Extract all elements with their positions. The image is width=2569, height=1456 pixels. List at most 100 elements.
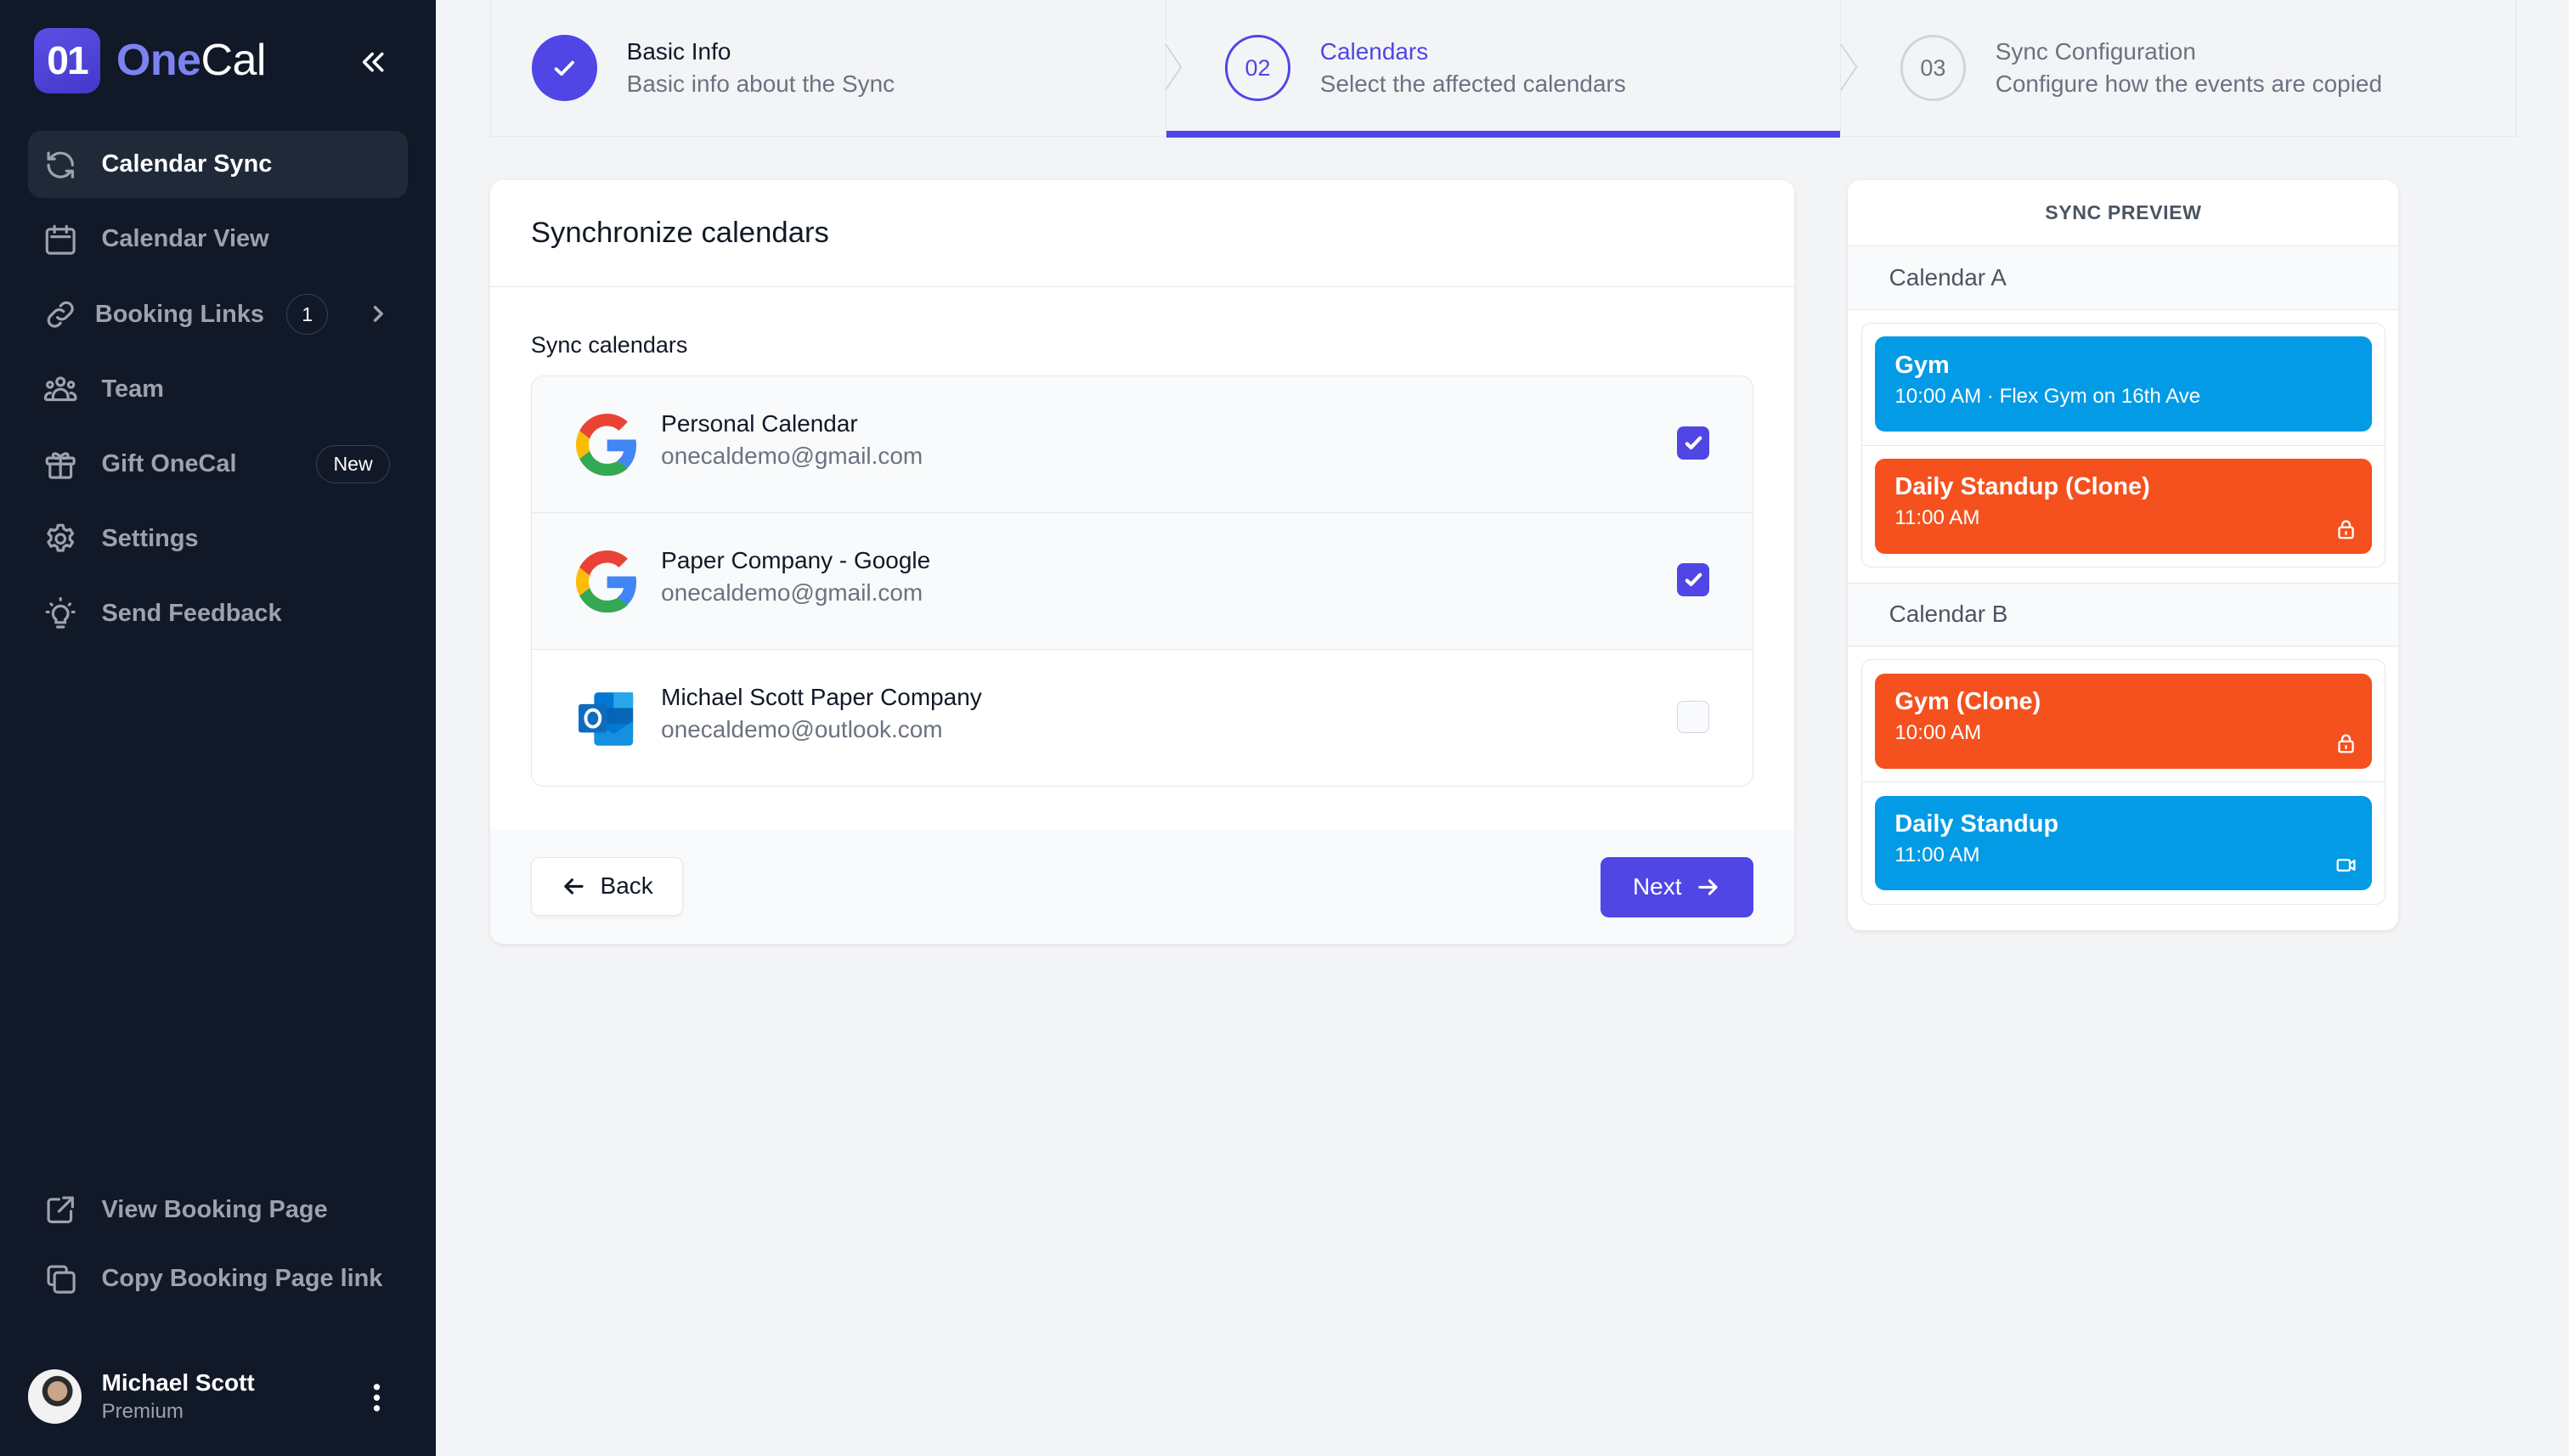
step-description: Configure how the events are copied xyxy=(1995,70,2383,97)
card-footer: Back Next xyxy=(489,828,1794,944)
preview-event-group: Gym (Clone) 10:00 AM Daily Standup 11:00… xyxy=(1860,659,2386,905)
calendar-email: onecaldemo@gmail.com xyxy=(661,442,923,469)
sidebar-item-booking-links[interactable]: Booking Links 1 xyxy=(28,281,408,348)
lock-icon xyxy=(2338,734,2354,753)
sync-icon xyxy=(42,147,78,183)
main-content: Basic Info Basic info about the Sync 02 … xyxy=(436,0,2569,1456)
event-time: 10:00 AM · Flex Gym on 16th Ave xyxy=(1894,384,2201,408)
synchronize-calendars-card: Synchronize calendars Sync calendars Per… xyxy=(489,180,1794,944)
back-button[interactable]: Back xyxy=(530,856,684,917)
preview-event[interactable]: Gym 10:00 AM · Flex Gym on 16th Ave xyxy=(1875,336,2372,432)
sidebar: 01 OneCal Calendar Sync Calendar View Bo… xyxy=(0,0,436,1456)
sidebar-item-gift-onecal[interactable]: Gift OneCal New xyxy=(28,431,408,498)
stepper: Basic Info Basic info about the Sync 02 … xyxy=(489,0,2517,138)
sidebar-item-settings[interactable]: Settings xyxy=(28,505,408,573)
sidebar-item-calendar-sync[interactable]: Calendar Sync xyxy=(27,131,409,199)
calendar-checkbox[interactable] xyxy=(1676,563,1710,597)
sync-calendars-label: Sync calendars xyxy=(530,332,688,358)
chevron-right-icon[interactable] xyxy=(365,301,392,327)
user-profile[interactable]: Michael Scott Premium xyxy=(27,1369,408,1425)
video-icon xyxy=(2336,859,2356,872)
back-label: Back xyxy=(600,872,653,900)
user-plan: Premium xyxy=(101,1400,184,1424)
brand-name: OneCal xyxy=(116,35,266,86)
copy-icon xyxy=(42,1261,78,1296)
active-step-indicator xyxy=(1166,131,1841,138)
app-root: 01 OneCal Calendar Sync Calendar View Bo… xyxy=(0,0,2569,1456)
collapse-sidebar-button[interactable] xyxy=(354,42,393,82)
outlook-icon xyxy=(578,692,634,746)
chevrons-left-icon xyxy=(362,52,384,72)
arrow-left-icon xyxy=(564,878,584,894)
user-menu-button[interactable] xyxy=(365,1381,388,1414)
event-title: Daily Standup xyxy=(1894,810,2059,838)
step-number: 02 xyxy=(1224,35,1291,101)
check-icon xyxy=(1685,436,1702,450)
arrow-right-icon xyxy=(1698,879,1718,895)
check-icon xyxy=(1685,573,1702,587)
team-icon xyxy=(42,371,78,407)
brand-prefix: One xyxy=(116,36,201,86)
step-calendars[interactable]: 02 Calendars Select the affected calenda… xyxy=(1164,0,1841,138)
step-complete-indicator xyxy=(531,35,597,101)
next-button[interactable]: Next xyxy=(1601,856,1753,917)
event-title: Gym xyxy=(1894,351,1950,379)
preview-event[interactable]: Daily Standup 11:00 AM xyxy=(1875,795,2372,891)
sidebar-item-send-feedback[interactable]: Send Feedback xyxy=(28,580,408,647)
calendar-list: Personal Calendar onecaldemo@gmail.com P… xyxy=(530,375,1753,787)
avatar xyxy=(27,1369,82,1425)
calendar-email: onecaldemo@gmail.com xyxy=(661,578,923,606)
calendar-row[interactable]: Paper Company - Google onecaldemo@gmail.… xyxy=(531,512,1753,650)
calendar-name: Michael Scott Paper Company xyxy=(661,684,982,711)
sidebar-item-label: Team xyxy=(101,375,164,403)
event-title: Daily Standup (Clone) xyxy=(1894,473,2150,501)
sidebar-item-team[interactable]: Team xyxy=(28,356,408,423)
step-separator xyxy=(1839,44,1857,91)
lock-icon xyxy=(2338,519,2354,539)
gear-icon xyxy=(42,521,78,556)
sidebar-bottom-nav: View Booking Page Copy Booking Page link xyxy=(28,1177,408,1314)
calendar-email: onecaldemo@outlook.com xyxy=(661,716,943,743)
link-icon xyxy=(42,296,78,332)
step-description: Basic info about the Sync xyxy=(626,70,895,97)
external-link-icon xyxy=(42,1192,78,1227)
view-booking-page-link[interactable]: View Booking Page xyxy=(28,1177,408,1244)
google-icon xyxy=(575,413,636,477)
user-name: Michael Scott xyxy=(101,1369,255,1397)
check-icon xyxy=(554,60,574,76)
sidebar-item-label: View Booking Page xyxy=(101,1195,328,1223)
step-description: Select the affected calendars xyxy=(1319,70,1626,97)
calendar-name: Personal Calendar xyxy=(661,410,858,437)
calendar-name: Paper Company - Google xyxy=(661,547,931,574)
copy-booking-page-link[interactable]: Copy Booking Page link xyxy=(28,1245,408,1312)
next-label: Next xyxy=(1632,873,1682,900)
step-separator xyxy=(1164,44,1183,91)
brand-suffix: Cal xyxy=(200,36,266,86)
sidebar-nav: Calendar Sync Calendar View Booking Link… xyxy=(27,131,409,655)
sidebar-item-label: Copy Booking Page link xyxy=(101,1264,383,1292)
sidebar-item-calendar-view[interactable]: Calendar View xyxy=(28,206,408,273)
calendar-checkbox[interactable] xyxy=(1676,700,1710,734)
calendar-checkbox[interactable] xyxy=(1676,426,1710,460)
calendar-row[interactable]: Michael Scott Paper Company onecaldemo@o… xyxy=(531,649,1753,786)
sidebar-item-label: Booking Links xyxy=(94,300,264,328)
event-time: 11:00 AM xyxy=(1894,843,1980,866)
calendar-icon xyxy=(42,222,78,257)
step-title: Basic Info xyxy=(626,38,731,65)
step-basic-info[interactable]: Basic Info Basic info about the Sync xyxy=(491,0,1166,136)
logo-mark: 01 xyxy=(34,27,100,93)
calendar-row[interactable]: Personal Calendar onecaldemo@gmail.com xyxy=(531,375,1753,513)
new-badge: New xyxy=(316,445,391,483)
sidebar-item-label: Settings xyxy=(101,524,199,552)
preview-event[interactable]: Gym (Clone) 10:00 AM xyxy=(1875,673,2372,769)
preview-event-group: Gym 10:00 AM · Flex Gym on 16th Ave Dail… xyxy=(1860,322,2386,568)
step-title: Sync Configuration xyxy=(1995,38,2196,65)
logo[interactable]: 01 OneCal xyxy=(34,27,394,93)
gift-icon xyxy=(42,446,78,482)
more-vertical-icon xyxy=(373,1383,381,1412)
preview-event[interactable]: Daily Standup (Clone) 11:00 AM xyxy=(1875,459,2372,554)
step-number: 03 xyxy=(1900,35,1966,101)
step-sync-configuration[interactable]: 03 Sync Configuration Configure how the … xyxy=(1839,0,2515,137)
event-time: 11:00 AM xyxy=(1894,506,1980,530)
sync-preview-title: SYNC PREVIEW xyxy=(1848,180,2399,247)
